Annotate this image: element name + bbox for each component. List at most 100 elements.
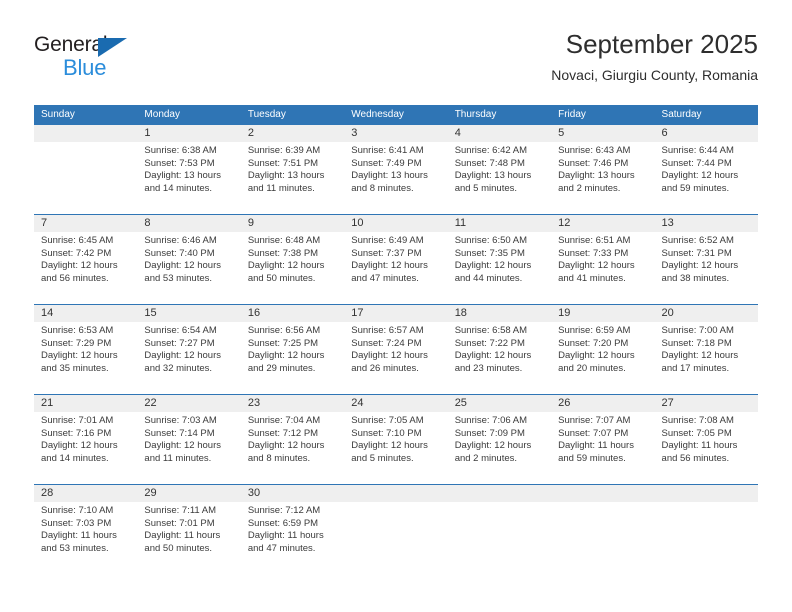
sunrise-text: Sunrise: 7:04 AM [247,415,321,426]
sunrise-text: Sunrise: 6:42 AM [454,145,528,156]
sunset-text: Sunset: 7:33 PM [558,247,629,259]
sunrise-text: Sunrise: 7:03 AM [144,415,217,426]
day-cell: Sunrise: 6:48 AM Sunset: 7:38 PM Dayligh… [241,232,344,304]
day-cell: Sunrise: 6:51 AM Sunset: 7:33 PM Dayligh… [551,232,654,304]
day-cell: Sunrise: 6:56 AM Sunset: 7:25 PM Dayligh… [241,322,344,394]
sunset-text: Sunset: 7:46 PM [558,157,629,169]
sunset-text: Sunset: 7:01 PM [144,517,215,529]
daylight-text-line2: and 11 minutes. [144,452,212,464]
daylight-text-line1: Daylight: 12 hours [41,350,118,362]
sunrise-text: Sunrise: 6:53 AM [41,325,114,336]
week-daynumber-band: 21 22 23 24 25 26 27 [34,395,758,412]
week-daynumber-band: 1 2 3 4 5 6 [34,125,758,142]
daylight-text-line1: Daylight: 12 hours [661,260,739,272]
day-number: 18 [454,307,467,319]
daylight-text-line2: and 50 minutes. [247,272,316,284]
daylight-text-line2: and 14 minutes. [41,452,109,464]
day-cell: Sunrise: 6:38 AM Sunset: 7:53 PM Dayligh… [137,142,240,214]
daylight-text-line1: Daylight: 12 hours [144,350,221,362]
day-cell [344,502,447,574]
sunrise-text: Sunrise: 6:48 AM [247,235,321,246]
sunset-text: Sunset: 7:18 PM [661,337,732,349]
sunset-text: Sunset: 7:05 PM [661,427,732,439]
day-cell: Sunrise: 6:53 AM Sunset: 7:29 PM Dayligh… [34,322,137,394]
day-number: 27 [661,397,674,409]
sunset-text: Sunset: 7:22 PM [454,337,525,349]
day-cell: Sunrise: 6:50 AM Sunset: 7:35 PM Dayligh… [448,232,551,304]
day-number: 30 [247,487,261,499]
daylight-text-line2: and 14 minutes. [144,182,213,194]
day-cell: Sunrise: 6:52 AM Sunset: 7:31 PM Dayligh… [655,232,758,304]
calendar-table: Sunday Monday Tuesday Wednesday Thursday… [34,105,758,574]
general-blue-logo: General Blue [34,33,164,85]
day-cell: Sunrise: 7:07 AM Sunset: 7:07 PM Dayligh… [551,412,654,484]
weekday-header-tuesday: Tuesday [247,109,286,120]
sunset-text: Sunset: 7:07 PM [558,427,629,439]
day-number: 22 [144,397,157,409]
day-number: 19 [558,307,571,319]
daylight-text-line2: and 17 minutes. [661,362,730,374]
sunrise-text: Sunrise: 7:12 AM [247,505,321,516]
daylight-text-line1: Daylight: 12 hours [41,440,118,452]
title-block: September 2025 Novaci, Giurgiu County, R… [551,28,758,84]
daylight-text-line1: Daylight: 12 hours [41,260,118,272]
daylight-text-line2: and 23 minutes. [454,362,523,374]
day-number: 1 [144,127,151,139]
day-number: 25 [454,397,467,409]
sunset-text: Sunset: 7:24 PM [351,337,422,349]
daylight-text-line1: Daylight: 11 hours [247,530,324,542]
day-number: 5 [558,127,565,139]
day-cell: Sunrise: 7:05 AM Sunset: 7:10 PM Dayligh… [344,412,447,484]
sunrise-text: Sunrise: 6:43 AM [558,145,631,156]
daylight-text-line2: and 11 minutes. [247,182,315,194]
sunset-text: Sunset: 7:20 PM [558,337,629,349]
day-cell: Sunrise: 6:44 AM Sunset: 7:44 PM Dayligh… [655,142,758,214]
sunset-text: Sunset: 7:09 PM [454,427,525,439]
sunrise-text: Sunrise: 6:54 AM [144,325,217,336]
daylight-text-line2: and 53 minutes. [144,272,213,284]
day-cell [448,502,551,574]
day-cell: Sunrise: 6:45 AM Sunset: 7:42 PM Dayligh… [34,232,137,304]
daylight-text-line2: and 50 minutes. [144,542,213,554]
day-cell: Sunrise: 6:39 AM Sunset: 7:51 PM Dayligh… [241,142,344,214]
daylight-text-line1: Daylight: 12 hours [454,440,532,452]
page-header: General Blue September 2025 Novaci, Giur… [0,0,792,100]
sunset-text: Sunset: 7:12 PM [247,427,319,439]
daylight-text-line2: and 44 minutes. [454,272,523,284]
day-number [34,125,137,142]
weekday-header-sunday: Sunday [41,109,75,120]
daylight-text-line2: and 2 minutes. [558,182,621,194]
sunset-text: Sunset: 7:14 PM [144,427,215,439]
sunset-text: Sunset: 7:37 PM [351,247,422,259]
sunset-text: Sunset: 7:49 PM [351,157,422,169]
weekday-header-saturday: Saturday [661,109,702,120]
daylight-text-line1: Daylight: 13 hours [558,170,635,182]
daylight-text-line1: Daylight: 12 hours [454,350,532,362]
day-number: 23 [247,397,261,409]
day-number: 29 [144,487,157,499]
daylight-text-line1: Daylight: 12 hours [247,350,325,362]
sunset-text: Sunset: 7:10 PM [351,427,422,439]
sunset-text: Sunset: 7:25 PM [247,337,319,349]
sunrise-text: Sunrise: 6:45 AM [41,235,114,246]
sunset-text: Sunset: 7:03 PM [41,517,112,529]
day-cell: Sunrise: 6:58 AM Sunset: 7:22 PM Dayligh… [448,322,551,394]
week-row: 21 22 23 24 25 26 27 Sunrise: 7:01 AM Su… [34,394,758,484]
day-cell: Sunrise: 6:54 AM Sunset: 7:27 PM Dayligh… [137,322,240,394]
sunrise-text: Sunrise: 6:39 AM [247,145,321,156]
weekday-header-monday: Monday [144,109,180,120]
daylight-text-line2: and 8 minutes. [247,452,311,464]
sunrise-text: Sunrise: 6:56 AM [247,325,321,336]
day-number: 11 [454,217,467,229]
sunset-text: Sunset: 7:40 PM [144,247,215,259]
day-cell: Sunrise: 7:06 AM Sunset: 7:09 PM Dayligh… [448,412,551,484]
daylight-text-line1: Daylight: 11 hours [144,530,221,542]
daylight-text-line2: and 32 minutes. [144,362,213,374]
week-daynumber-band: 28 29 30 [34,485,758,502]
day-number: 7 [41,217,48,229]
daylight-text-line2: and 56 minutes. [661,452,730,464]
day-number: 2 [247,127,254,139]
daylight-text-line1: Daylight: 11 hours [558,440,634,452]
day-cell [655,502,758,574]
sunset-text: Sunset: 7:31 PM [661,247,732,259]
